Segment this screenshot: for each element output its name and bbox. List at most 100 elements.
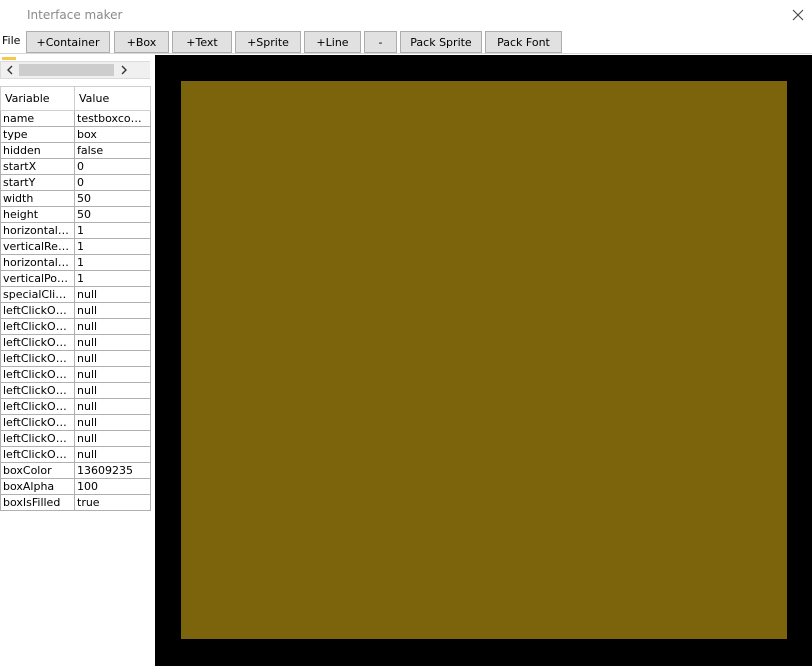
table-row[interactable]: leftClickOpti... null — [0, 318, 151, 335]
value-cell[interactable]: 50 — [74, 206, 151, 223]
value-cell[interactable]: false — [74, 142, 151, 159]
value-cell[interactable]: null — [74, 366, 151, 383]
table-row[interactable]: leftClickOpti... null — [0, 430, 151, 447]
variable-cell: verticalPositi... — [0, 270, 75, 287]
variable-cell: height — [0, 206, 75, 223]
value-cell[interactable]: null — [74, 286, 151, 303]
table-row[interactable]: startX 0 — [0, 158, 151, 175]
value-cell[interactable]: 100 — [74, 478, 151, 495]
value-cell[interactable]: true — [74, 494, 151, 511]
table-row[interactable]: leftClickOpti... null — [0, 382, 151, 399]
table-row[interactable]: startY 0 — [0, 174, 151, 191]
variable-cell: type — [0, 126, 75, 143]
table-row[interactable]: hidden false — [0, 142, 151, 159]
table-row[interactable]: height 50 — [0, 206, 151, 223]
add-sprite-button[interactable]: +Sprite — [235, 31, 301, 53]
add-box-button[interactable]: +Box — [114, 31, 169, 53]
pack-font-button[interactable]: Pack Font — [485, 31, 562, 53]
value-cell[interactable]: 1 — [74, 254, 151, 271]
variable-cell: leftClickOpti... — [0, 334, 75, 351]
table-row[interactable]: leftClickOpti... null — [0, 398, 151, 415]
value-cell[interactable]: 1 — [74, 238, 151, 255]
table-row[interactable]: leftClickOpti... null — [0, 334, 151, 351]
title-bar: Interface maker — [0, 0, 812, 30]
file-menu[interactable]: File — [2, 34, 20, 47]
value-cell[interactable]: null — [74, 430, 151, 447]
variable-cell: leftClickOpti... — [0, 414, 75, 431]
table-row[interactable]: boxIsFilled true — [0, 494, 151, 511]
table-row[interactable]: horizontalRe... 1 — [0, 222, 151, 239]
variable-cell: leftClickOpti... — [0, 430, 75, 447]
value-cell[interactable]: 0 — [74, 158, 151, 175]
variable-cell: leftClickOpti... — [0, 446, 75, 463]
table-row[interactable]: width 50 — [0, 190, 151, 207]
value-cell[interactable]: null — [74, 334, 151, 351]
table-row[interactable]: specialClick... null — [0, 286, 151, 303]
close-button[interactable] — [785, 3, 811, 27]
value-cell[interactable]: null — [74, 302, 151, 319]
value-cell[interactable]: testboxcom... — [74, 110, 151, 127]
chevron-left-icon — [6, 65, 12, 75]
variable-cell: leftClickOpti... — [0, 382, 75, 399]
variable-cell: hidden — [0, 142, 75, 159]
variable-cell: startX — [0, 158, 75, 175]
preview-canvas[interactable] — [155, 55, 812, 666]
properties-panel: Variable Value name testboxcom... type box… — [0, 54, 154, 666]
app-window: Interface maker File +Container +Box +Te… — [0, 0, 812, 666]
variable-cell: leftClickOpti... — [0, 350, 75, 367]
scrollbar-thumb[interactable] — [19, 64, 114, 76]
scroll-right-button[interactable] — [115, 62, 132, 78]
window-title: Interface maker — [27, 8, 123, 22]
focus-indicator — [2, 57, 16, 60]
table-row[interactable]: leftClickOpti... null — [0, 302, 151, 319]
value-cell[interactable]: null — [74, 382, 151, 399]
table-row[interactable]: leftClickOpti... null — [0, 414, 151, 431]
variable-cell: leftClickOpti... — [0, 398, 75, 415]
variable-cell: verticalResiz... — [0, 238, 75, 255]
value-cell[interactable]: null — [74, 446, 151, 463]
variable-cell: startY — [0, 174, 75, 191]
value-cell[interactable]: 50 — [74, 190, 151, 207]
value-cell[interactable]: 0 — [74, 174, 151, 191]
value-cell[interactable]: null — [74, 318, 151, 335]
variable-cell: leftClickOpti... — [0, 318, 75, 335]
table-row[interactable]: name testboxcom... — [0, 110, 151, 127]
horizontal-scrollbar[interactable] — [0, 61, 150, 79]
toolbar: File +Container +Box +Text +Sprite +Line… — [0, 30, 812, 54]
table-row[interactable]: verticalPositi...1 — [0, 270, 151, 287]
properties-table: Variable Value name testboxcom... type box… — [0, 86, 151, 511]
column-header-value[interactable]: Value — [74, 86, 151, 111]
variable-cell: horizontalPo... — [0, 254, 75, 271]
value-cell[interactable]: 1 — [74, 222, 151, 239]
value-cell[interactable]: 1 — [74, 270, 151, 287]
variable-cell: boxAlpha — [0, 478, 75, 495]
table-row[interactable]: leftClickOpti... null — [0, 366, 151, 383]
add-text-button[interactable]: +Text — [172, 31, 232, 53]
table-header-row: Variable Value — [0, 86, 151, 111]
value-cell[interactable]: null — [74, 398, 151, 415]
table-row[interactable]: horizontalPo... 1 — [0, 254, 151, 271]
variable-cell: horizontalRe... — [0, 222, 75, 239]
table-row[interactable]: leftClickOpti... null — [0, 350, 151, 367]
table-row[interactable]: boxColor 13609235 — [0, 462, 151, 479]
variable-cell: boxIsFilled — [0, 494, 75, 511]
value-cell[interactable]: box — [74, 126, 151, 143]
table-row[interactable]: type box — [0, 126, 151, 143]
table-row[interactable]: verticalResiz...1 — [0, 238, 151, 255]
variable-cell: leftClickOpti... — [0, 366, 75, 383]
add-line-button[interactable]: +Line — [304, 31, 361, 53]
remove-button[interactable]: - — [364, 31, 397, 53]
column-header-variable[interactable]: Variable — [0, 86, 75, 111]
value-cell[interactable]: null — [74, 414, 151, 431]
table-row[interactable]: boxAlpha 100 — [0, 478, 151, 495]
value-cell[interactable]: null — [74, 350, 151, 367]
scroll-left-button[interactable] — [1, 62, 18, 78]
table-row[interactable]: leftClickOpti... null — [0, 446, 151, 463]
variable-cell: leftClickOpti... — [0, 302, 75, 319]
add-container-button[interactable]: +Container — [26, 31, 110, 53]
variable-cell: specialClick... — [0, 286, 75, 303]
value-cell[interactable]: 13609235 — [74, 462, 151, 479]
variable-cell: name — [0, 110, 75, 127]
pack-sprite-button[interactable]: Pack Sprite — [400, 31, 482, 53]
box-component[interactable] — [181, 81, 787, 639]
